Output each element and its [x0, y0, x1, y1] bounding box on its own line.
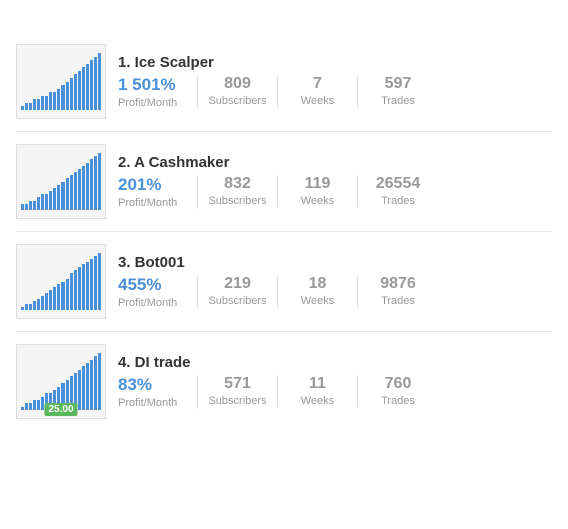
signal-list: 1. Ice Scalper 1 501% Profit/Month 809 Subsc…	[16, 32, 552, 431]
chart-thumbnail	[16, 144, 106, 219]
subscribers-stat: 219 Subscribers	[198, 275, 278, 307]
stat-label: Weeks	[301, 195, 334, 207]
profit-stat: 201% Profit/Month	[118, 175, 198, 209]
profit-stat: 83% Profit/Month	[118, 375, 198, 409]
profit-stat: 1 501% Profit/Month	[118, 75, 198, 109]
stat-label: Profit/Month	[118, 197, 177, 209]
subscribers-stat: 832 Subscribers	[198, 175, 278, 207]
stat-value: 201%	[118, 175, 161, 195]
signal-name[interactable]: 3. Bot001	[118, 254, 552, 271]
stat-value: 83%	[118, 375, 152, 395]
stat-label: Subscribers	[208, 395, 266, 407]
stat-label: Weeks	[301, 295, 334, 307]
stat-value: 760	[385, 375, 412, 393]
stat-label: Profit/Month	[118, 397, 177, 409]
stat-value: 26554	[376, 175, 421, 193]
stat-label: Trades	[381, 395, 415, 407]
trades-stat: 760 Trades	[358, 375, 438, 407]
signal-item[interactable]: 25.00 4. DI trade 83% Profit/Month 571 Subscr…	[16, 332, 552, 431]
stat-value: 571	[224, 375, 251, 393]
stat-value: 11	[309, 375, 326, 393]
signal-name[interactable]: 2. A Cashmaker	[118, 154, 552, 171]
stat-label: Trades	[381, 195, 415, 207]
signal-item[interactable]: 2. A Cashmaker 201% Profit/Month 832 Subscri…	[16, 132, 552, 232]
stat-label: Subscribers	[208, 195, 266, 207]
signal-name[interactable]: 1. Ice Scalper	[118, 54, 552, 71]
weeks-stat: 7 Weeks	[278, 75, 358, 107]
stat-value: 18	[309, 275, 327, 293]
profit-stat: 455% Profit/Month	[118, 275, 198, 309]
price-badge: 25.00	[44, 403, 77, 416]
stat-value: 597	[385, 75, 412, 93]
subscribers-stat: 809 Subscribers	[198, 75, 278, 107]
stat-value: 9876	[380, 275, 416, 293]
stat-label: Trades	[381, 95, 415, 107]
stat-label: Trades	[381, 295, 415, 307]
stat-value: 219	[224, 275, 251, 293]
signal-item[interactable]: 3. Bot001 455% Profit/Month 219 Subscribers 1…	[16, 232, 552, 332]
weeks-stat: 18 Weeks	[278, 275, 358, 307]
trades-stat: 9876 Trades	[358, 275, 438, 307]
stat-value: 455%	[118, 275, 161, 295]
weeks-stat: 119 Weeks	[278, 175, 358, 207]
stat-value: 832	[224, 175, 251, 193]
stat-label: Weeks	[301, 95, 334, 107]
subscribers-stat: 571 Subscribers	[198, 375, 278, 407]
stat-value: 119	[305, 175, 331, 193]
chart-thumbnail: 25.00	[16, 344, 106, 419]
trades-stat: 597 Trades	[358, 75, 438, 107]
stat-value: 7	[313, 75, 322, 93]
stat-label: Profit/Month	[118, 297, 177, 309]
chart-thumbnail	[16, 44, 106, 119]
stat-label: Subscribers	[208, 295, 266, 307]
weeks-stat: 11 Weeks	[278, 375, 358, 407]
stat-label: Subscribers	[208, 95, 266, 107]
stat-value: 809	[224, 75, 251, 93]
stat-label: Profit/Month	[118, 97, 177, 109]
signal-item[interactable]: 1. Ice Scalper 1 501% Profit/Month 809 Subsc…	[16, 32, 552, 132]
stat-label: Weeks	[301, 395, 334, 407]
trades-stat: 26554 Trades	[358, 175, 438, 207]
signal-name[interactable]: 4. DI trade	[118, 354, 552, 371]
stat-value: 1 501%	[118, 75, 176, 95]
chart-thumbnail	[16, 244, 106, 319]
